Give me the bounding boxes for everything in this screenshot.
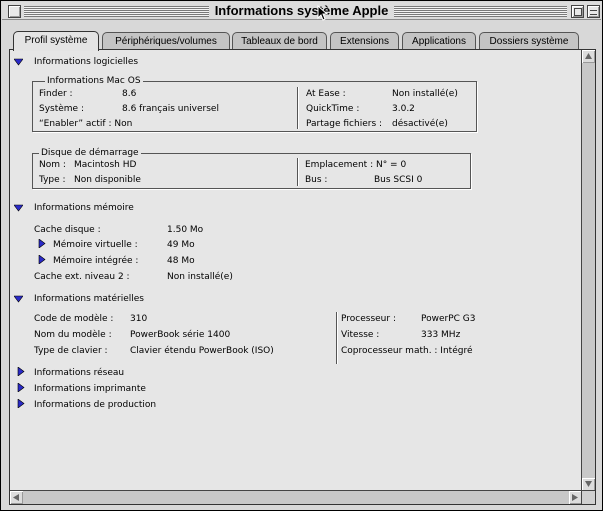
l2-cache-label: Cache ext. niveau 2 : <box>34 272 130 282</box>
disclosure-triangle-icon[interactable] <box>38 239 47 248</box>
group-divider <box>297 87 298 129</box>
enabler-text: “Enabler” actif : Non <box>39 119 133 129</box>
model-name-label: Nom du modèle : <box>34 330 112 340</box>
model-name-value: PowerBook série 1400 <box>130 330 231 340</box>
resize-corner[interactable] <box>581 490 595 504</box>
disk-type-value: Non disponible <box>74 175 141 185</box>
system-info-window: Informations système Apple Profil systèm… <box>0 0 603 511</box>
bus-label: Bus : <box>305 175 328 185</box>
disk-type-label: Type : <box>39 175 66 185</box>
fpu-text: Coprocesseur math. : Intégré <box>341 346 473 356</box>
atease-label: At Ease : <box>306 89 346 99</box>
filesharing-label: Partage fichiers : <box>306 119 383 129</box>
builtin-memory-label: Mémoire intégrée : <box>53 256 139 266</box>
disclosure-triangle-icon[interactable] <box>17 383 26 392</box>
zoom-box-icon[interactable] <box>571 5 584 18</box>
disclosure-triangle-icon[interactable] <box>17 399 26 408</box>
title-bar[interactable]: Informations système Apple <box>2 2 601 20</box>
disclosure-triangle-icon[interactable] <box>14 58 23 67</box>
section-heading-printer[interactable]: Informations imprimante <box>34 383 146 395</box>
speed-value: 333 MHz <box>421 330 461 340</box>
scroll-up-arrow-icon[interactable] <box>582 50 595 63</box>
arrow-cursor-icon <box>317 5 329 21</box>
section-heading-production[interactable]: Informations de production <box>34 399 156 411</box>
disclosure-triangle-icon[interactable] <box>17 367 26 376</box>
profile-content: Informations logicielles Informations Ma… <box>10 50 582 490</box>
section-heading-network[interactable]: Informations réseau <box>34 367 124 379</box>
tab-extensions[interactable]: Extensions <box>330 32 399 50</box>
l2-cache-value: Non installé(e) <box>167 272 233 282</box>
processor-label: Processeur : <box>341 314 396 324</box>
disclosure-triangle-icon[interactable] <box>38 255 47 264</box>
tab-dossiers-systeme[interactable]: Dossiers système <box>479 32 579 50</box>
disk-location: Emplacement : N° = 0 <box>305 160 407 170</box>
tab-applications[interactable]: Applications <box>402 32 476 50</box>
tab-peripheriques-volumes[interactable]: Périphériques/volumes <box>102 32 230 50</box>
disclosure-triangle-icon[interactable] <box>14 295 23 304</box>
collapse-box-icon[interactable] <box>587 5 600 18</box>
tab-tableaux-de-bord[interactable]: Tableaux de bord <box>232 32 327 50</box>
bus-value: Bus SCSI 0 <box>374 175 423 185</box>
section-heading-memory[interactable]: Informations mémoire <box>34 202 134 214</box>
startup-group-title: Disque de démarrage <box>39 147 141 159</box>
close-box-icon[interactable] <box>8 5 21 18</box>
tab-bar: Profil système Périphériques/volumes Tab… <box>1 21 602 51</box>
system-label: Système : <box>39 104 84 114</box>
hardware-divider <box>336 312 337 364</box>
vertical-scrollbar[interactable] <box>581 50 595 491</box>
finder-label: Finder : <box>39 89 73 99</box>
builtin-memory-value: 48 Mo <box>167 256 195 266</box>
scroll-left-arrow-icon[interactable] <box>10 491 23 504</box>
disk-cache-value: 1.50 Mo <box>167 225 204 235</box>
filesharing-value: désactivé(e) <box>392 119 448 129</box>
group-divider <box>297 158 298 186</box>
section-heading-software[interactable]: Informations logicielles <box>34 56 138 68</box>
disk-name-value: Macintosh HD <box>74 160 137 170</box>
section-heading-hardware[interactable]: Informations matérielles <box>34 293 144 305</box>
speed-label: Vitesse : <box>341 330 380 340</box>
window-title: Informations système Apple <box>208 3 395 18</box>
finder-value: 8.6 <box>122 89 137 99</box>
model-code-label: Code de modèle : <box>34 314 114 324</box>
virtual-memory-value: 49 Mo <box>167 240 195 250</box>
quicktime-value: 3.0.2 <box>392 104 415 114</box>
atease-value: Non installé(e) <box>392 89 458 99</box>
keyboard-label: Type de clavier : <box>34 346 108 356</box>
tab-profil-systeme[interactable]: Profil système <box>13 31 99 51</box>
macos-group-title: Informations Mac OS <box>45 75 143 87</box>
profile-panel: Informations logicielles Informations Ma… <box>9 49 596 505</box>
quicktime-label: QuickTime : <box>306 104 360 114</box>
disk-cache-label: Cache disque : <box>34 225 101 235</box>
keyboard-value: Clavier étendu PowerBook (ISO) <box>130 346 274 356</box>
horizontal-scrollbar[interactable] <box>10 490 582 504</box>
virtual-memory-label: Mémoire virtuelle : <box>53 240 138 250</box>
model-code-value: 310 <box>130 314 148 324</box>
system-value: 8.6 français universel <box>122 104 219 114</box>
disk-name-label: Nom : <box>39 160 66 170</box>
processor-value: PowerPC G3 <box>421 314 476 324</box>
disclosure-triangle-icon[interactable] <box>14 204 23 213</box>
